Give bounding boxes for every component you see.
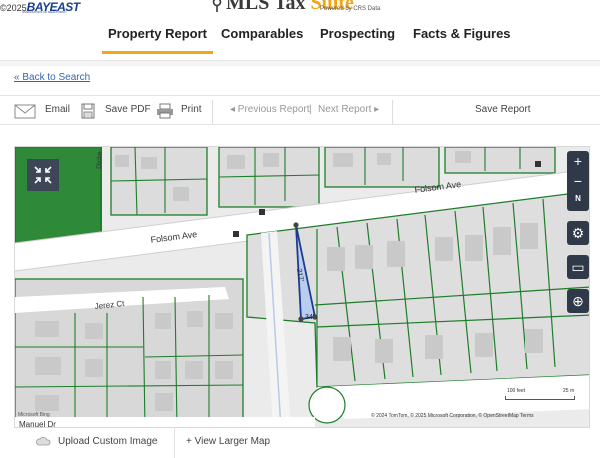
toolbar-divider xyxy=(392,100,393,124)
save-icon[interactable] xyxy=(81,103,95,119)
parcel-front-label: 34' xyxy=(305,314,314,321)
brand-name-part1: MLS Tax xyxy=(226,0,306,14)
cloud-upload-icon[interactable] xyxy=(36,436,52,446)
collapse-map-button[interactable] xyxy=(27,159,59,191)
street-label-manuel: Manuel Dr xyxy=(19,420,56,428)
footer-divider xyxy=(174,428,175,458)
map-settings-button[interactable]: ⚙ xyxy=(567,221,589,245)
view-larger-map-link[interactable]: + View Larger Map xyxy=(186,436,270,447)
parcel-map[interactable]: Folsom Ave Folsom Ave Jerez Ct Dicke Man… xyxy=(14,146,590,428)
compass-north-label: N xyxy=(575,194,581,203)
print-button[interactable]: Print xyxy=(181,104,202,115)
header-divider xyxy=(0,60,600,66)
gear-icon: ⚙ xyxy=(571,225,585,241)
microsoft-logo: Microsoft Bing xyxy=(18,412,50,418)
tab-facts-figures[interactable]: Facts & Figures xyxy=(413,26,511,41)
map-attribution[interactable]: © 2024 TomTom, © 2025 Microsoft Corporat… xyxy=(371,413,534,419)
toolbar-divider xyxy=(212,100,213,124)
nav-separator: | xyxy=(309,104,312,115)
email-button[interactable]: Email xyxy=(45,104,70,115)
key-icon xyxy=(212,0,222,12)
back-to-search-link[interactable]: « Back to Search xyxy=(14,72,90,83)
locate-button[interactable]: ⊕ xyxy=(567,289,589,313)
tab-prospecting[interactable]: Prospecting xyxy=(320,26,395,41)
save-pdf-button[interactable]: Save PDF xyxy=(105,104,151,115)
bayeast-logo: ©2025BAYEAST ASSOCIATION OF REALTORS® xyxy=(0,0,80,14)
tab-comparables[interactable]: Comparables xyxy=(221,26,303,41)
bayeast-tagline: ASSOCIATION OF REALTORS® xyxy=(22,10,67,14)
north-compass-button[interactable]: N xyxy=(567,187,589,211)
email-icon[interactable] xyxy=(14,104,36,119)
previous-report-button[interactable]: ◂ Previous Report xyxy=(230,104,310,115)
next-report-button[interactable]: Next Report ▸ xyxy=(318,104,379,115)
scale-bar xyxy=(505,396,575,400)
save-report-button[interactable]: Save Report xyxy=(475,104,531,115)
scale-meters-label: 25 m xyxy=(563,388,575,394)
upload-custom-image-button[interactable]: Upload Custom Image xyxy=(58,436,158,447)
print-icon[interactable] xyxy=(156,103,174,119)
report-toolbar: Email Save PDF Print ◂ Previous Report |… xyxy=(0,95,600,125)
select-area-button[interactable]: ▭ xyxy=(567,255,589,279)
map-footer: Upload Custom Image + View Larger Map xyxy=(14,428,590,458)
main-nav: Property Report Comparables Prospecting … xyxy=(0,22,600,54)
crosshair-icon: ⊕ xyxy=(572,293,584,309)
zoom-in-button[interactable]: + xyxy=(567,151,589,171)
tab-property-report[interactable]: Property Report xyxy=(102,26,213,54)
app-header: ©2025BAYEAST ASSOCIATION OF REALTORS® ML… xyxy=(0,0,600,60)
street-label-dickens: Dicke xyxy=(96,151,104,169)
select-rect-icon: ▭ xyxy=(571,259,585,275)
powered-by: Powered by CRS Data xyxy=(320,6,381,12)
scale-feet-label: 100 feet xyxy=(507,388,526,394)
collapse-icon xyxy=(34,166,52,184)
map-canvas: Folsom Ave Folsom Ave Jerez Ct Dicke Man… xyxy=(15,147,589,428)
